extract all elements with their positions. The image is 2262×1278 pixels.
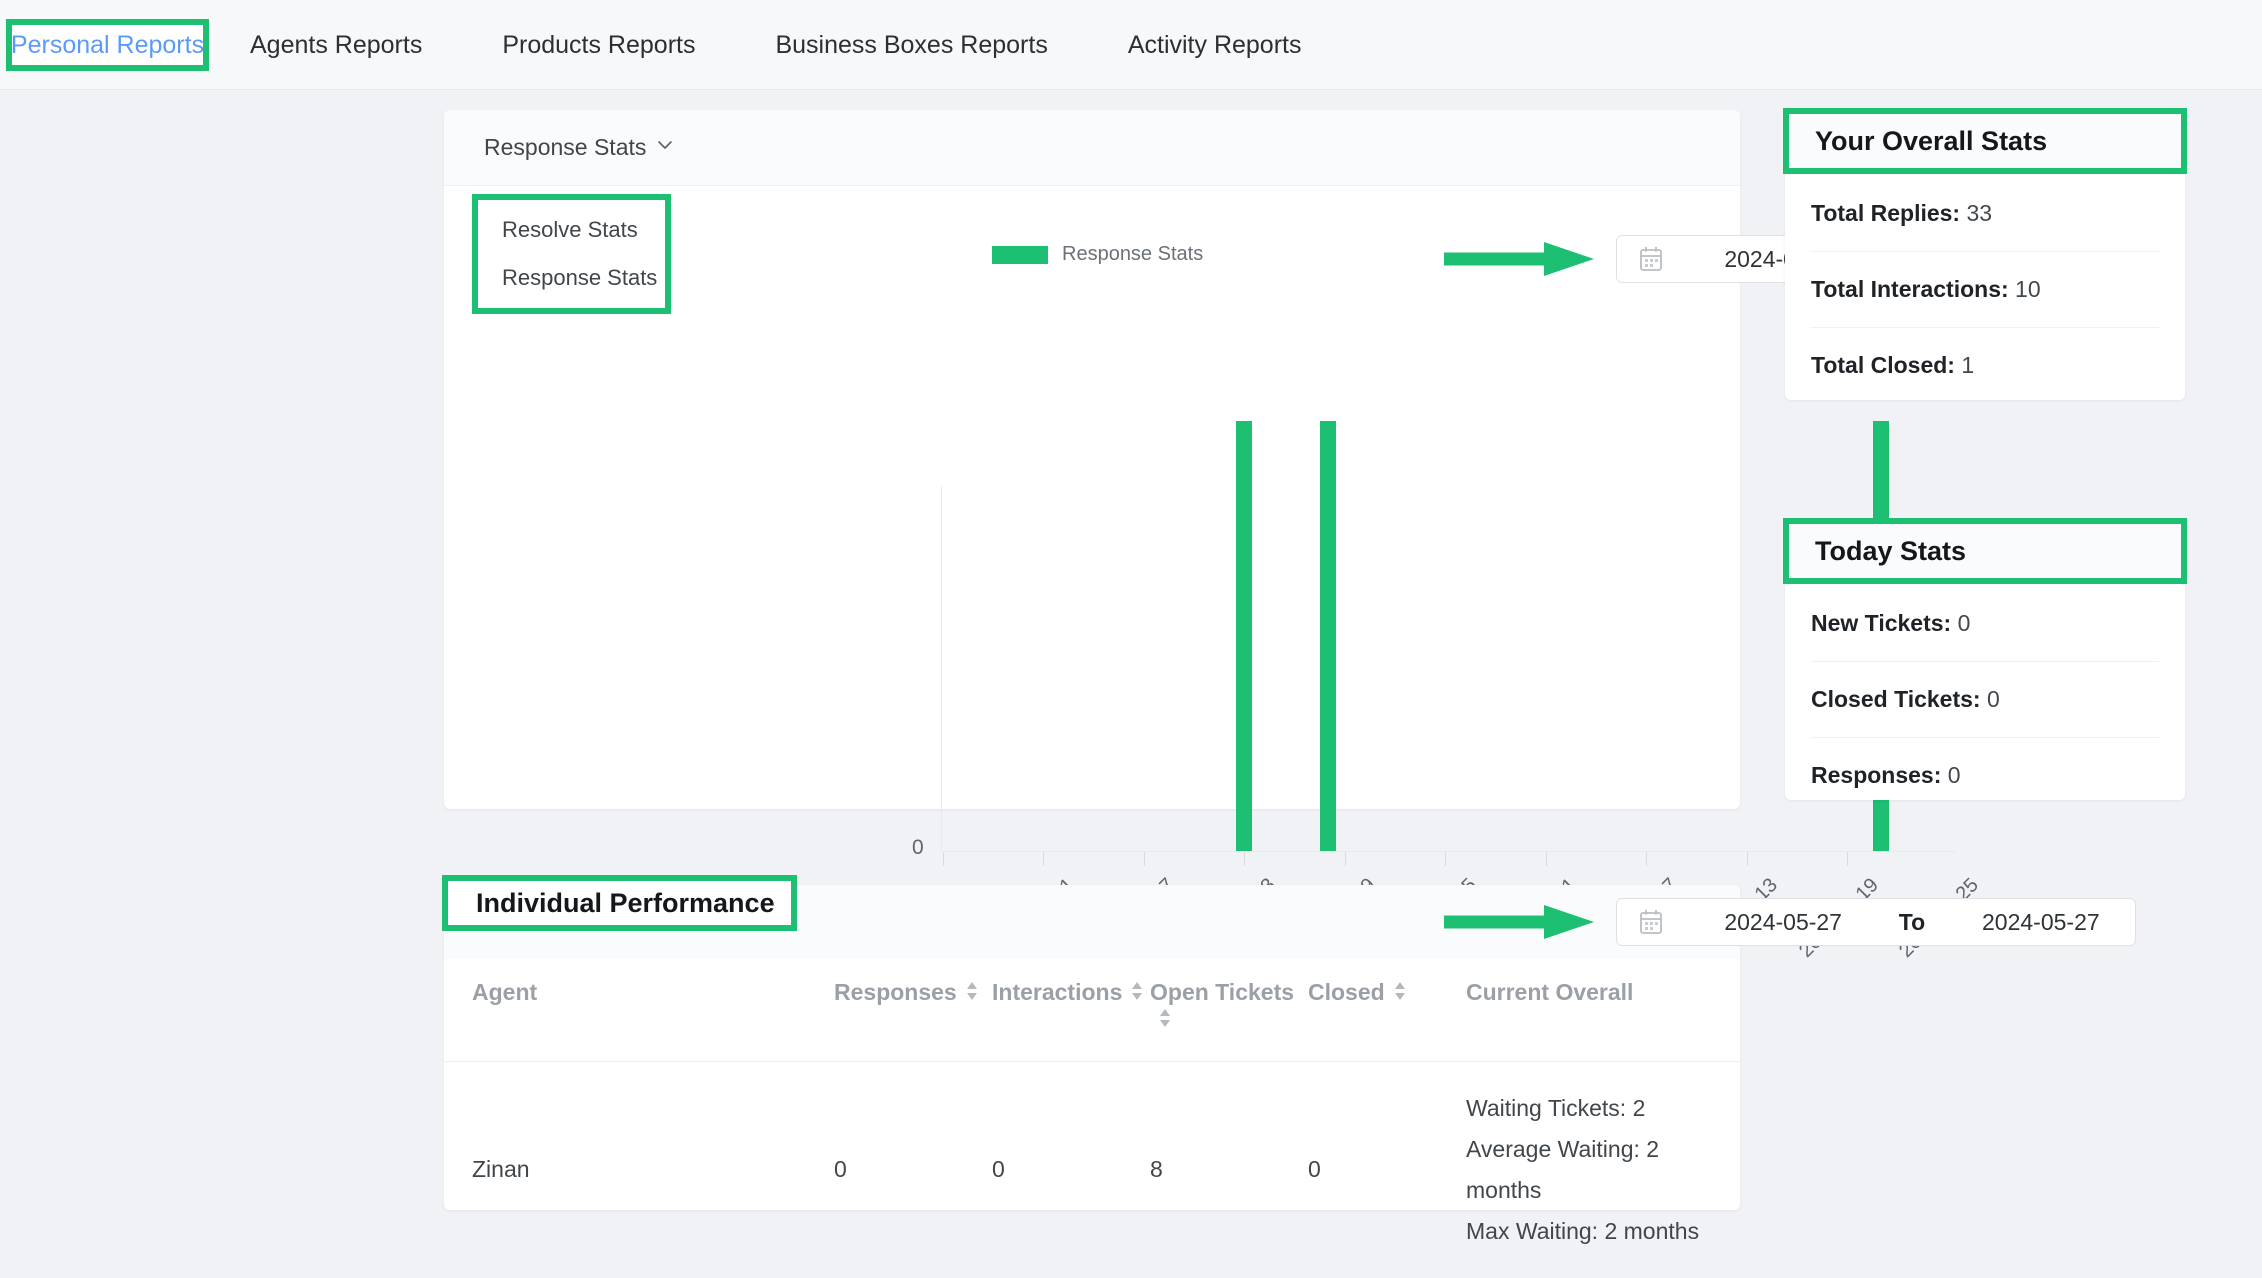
column-label-interactions: Interactions — [992, 979, 1123, 1005]
tab-products-reports[interactable]: Products Reports — [502, 32, 695, 58]
page-body: Response Stats 2024-04-01 Resolve Stats … — [0, 90, 2262, 1278]
cell-open-tickets: 8 — [1150, 1060, 1308, 1278]
stat-responses: Responses: 0 — [1811, 738, 2159, 813]
individual-performance-card: Individual Performance 2024-05-27 To 202… — [442, 875, 2136, 1278]
stat-value-total-replies: 33 — [1966, 200, 1993, 226]
column-label-closed: Closed — [1308, 979, 1385, 1005]
chart-y-tick-0: 0 — [912, 836, 924, 859]
chart-legend: Response Stats — [992, 243, 1203, 266]
column-header-responses[interactable]: Responses — [834, 959, 992, 1061]
stat-new-tickets: New Tickets: 0 — [1811, 586, 2159, 662]
legend-label-response-stats: Response Stats — [1062, 243, 1204, 265]
stat-total-replies: Total Replies: 33 — [1811, 176, 2159, 252]
individual-performance-table: Agent Responses Interactions Open Ticket… — [444, 959, 1740, 1278]
your-overall-stats-title-highlight: Your Overall Stats — [1783, 108, 2187, 174]
stat-total-closed: Total Closed: 1 — [1811, 328, 2159, 403]
sort-icon[interactable] — [965, 980, 981, 1008]
chart-card-header: Response Stats 2024-04-01 — [444, 110, 2136, 283]
stat-label-total-replies: Total Replies: — [1811, 200, 1961, 226]
today-stats-card: Today Stats New Tickets: 0 Closed Ticket… — [1783, 518, 2187, 800]
tab-agents-reports[interactable]: Agents Reports — [250, 32, 422, 58]
response-stats-chart: Response Stats 0 2024-04-012024-04-07202… — [444, 186, 1983, 962]
stat-value-closed-tickets: 0 — [1986, 686, 2000, 712]
column-label-open-tickets: Open Tickets — [1150, 979, 1295, 1005]
chevron-down-icon — [657, 137, 673, 153]
stat-closed-tickets: Closed Tickets: 0 — [1811, 662, 2159, 738]
performance-date-to-label: To — [1898, 908, 1926, 935]
stats-type-dropdown-label: Response Stats — [484, 134, 647, 160]
chart-bar[interactable] — [1320, 421, 1336, 851]
calendar-icon — [1639, 909, 1663, 935]
today-stats-rows: New Tickets: 0 Closed Tickets: 0 Respons… — [1785, 586, 2185, 813]
sort-icon[interactable] — [1158, 1007, 1174, 1035]
stat-value-total-interactions: 10 — [2015, 276, 2041, 302]
waiting-tickets-text: Waiting Tickets: 2 — [1466, 1094, 1646, 1121]
stat-label-closed-tickets: Closed Tickets: — [1811, 686, 1981, 712]
column-label-agent: Agent — [472, 979, 538, 1005]
table-header: Agent Responses Interactions Open Ticket… — [444, 959, 1740, 1061]
report-tabs-bar: Personal Reports Agents Reports Products… — [0, 0, 2262, 90]
today-stats-title: Today Stats — [1815, 535, 1967, 566]
stats-type-dropdown[interactable]: Response Stats — [484, 134, 673, 161]
stat-total-interactions: Total Interactions: 10 — [1811, 252, 2159, 328]
performance-date-range-picker[interactable]: 2024-05-27 To 2024-05-27 — [1616, 898, 2136, 946]
individual-performance-title: Individual Performance — [476, 887, 775, 918]
table-header-row: Agent Responses Interactions Open Ticket… — [444, 959, 1740, 1061]
column-label-current-overall: Current Overall — [1466, 979, 1634, 1005]
cell-current-overall: Waiting Tickets: 2 Average Waiting: 2 mo… — [1466, 1060, 1740, 1278]
column-header-interactions[interactable]: Interactions — [992, 959, 1150, 1061]
stat-value-total-closed: 1 — [1961, 352, 1975, 378]
stat-label-total-interactions: Total Interactions: — [1811, 276, 2009, 302]
stat-value-new-tickets: 0 — [1957, 610, 1971, 636]
column-label-responses: Responses — [834, 979, 957, 1005]
tab-business-boxes-reports[interactable]: Business Boxes Reports — [775, 32, 1047, 58]
stat-label-new-tickets: New Tickets: — [1811, 610, 1952, 636]
max-waiting-text: Max Waiting: 2 months — [1466, 1217, 1700, 1244]
column-header-agent[interactable]: Agent — [444, 959, 834, 1061]
sort-icon[interactable] — [1130, 980, 1146, 1008]
stat-value-responses: 0 — [1947, 762, 1961, 788]
tab-personal-reports-highlight: Personal Reports — [6, 19, 209, 71]
column-header-current-overall: Current Overall — [1466, 959, 1740, 1061]
your-overall-stats-rows: Total Replies: 33 Total Interactions: 10… — [1785, 176, 2185, 403]
tab-list-rest: Agents Reports Products Reports Business… — [250, 0, 1302, 90]
sort-icon[interactable] — [1393, 980, 1409, 1008]
chart-bar[interactable] — [1236, 421, 1252, 851]
cell-responses: 0 — [834, 1060, 992, 1278]
column-header-closed[interactable]: Closed — [1308, 959, 1466, 1061]
tab-personal-reports[interactable]: Personal Reports — [11, 32, 204, 58]
today-stats-title-highlight: Today Stats — [1783, 518, 2187, 584]
arrow-right-annotation-table — [1444, 902, 1604, 942]
response-stats-card: Response Stats 2024-04-01 Resolve Stats … — [444, 110, 2136, 962]
individual-performance-header: Individual Performance 2024-05-27 To 202… — [442, 875, 2136, 959]
stat-label-total-closed: Total Closed: — [1811, 352, 1955, 378]
tab-activity-reports[interactable]: Activity Reports — [1128, 32, 1302, 58]
average-waiting-text: Average Waiting: 2 months — [1466, 1135, 1660, 1203]
stat-label-responses: Responses: — [1811, 762, 1942, 788]
your-overall-stats-title: Your Overall Stats — [1815, 125, 2048, 156]
individual-performance-title-highlight: Individual Performance — [442, 875, 797, 931]
table-row[interactable]: Zinan 0 0 8 0 Waiting Tickets: 2 Average… — [444, 1060, 1740, 1278]
table-body: Zinan 0 0 8 0 Waiting Tickets: 2 Average… — [444, 1060, 1740, 1278]
column-header-open-tickets[interactable]: Open Tickets — [1150, 959, 1308, 1061]
performance-date-to[interactable]: 2024-05-27 — [1947, 909, 2135, 936]
legend-swatch-response-stats — [992, 245, 1048, 264]
cell-interactions: 0 — [992, 1060, 1150, 1278]
cell-closed: 0 — [1308, 1060, 1466, 1278]
cell-agent: Zinan — [444, 1060, 834, 1278]
your-overall-stats-card: Your Overall Stats Total Replies: 33 Tot… — [1783, 108, 2187, 403]
performance-date-from[interactable]: 2024-05-27 — [1689, 909, 1877, 936]
